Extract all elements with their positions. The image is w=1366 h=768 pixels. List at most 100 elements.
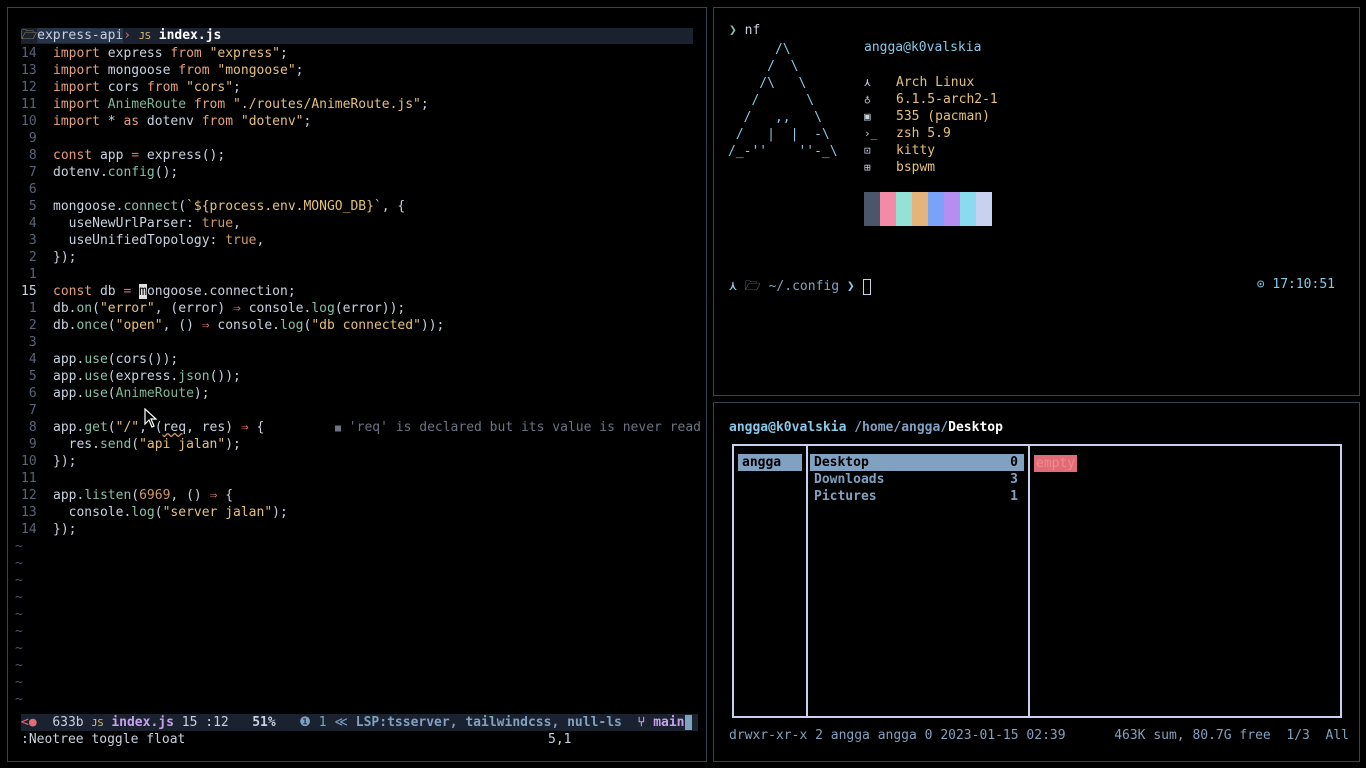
folder-icon: 🗁 xyxy=(21,28,38,43)
line-text: }); xyxy=(53,454,77,469)
git-branch: main xyxy=(653,715,685,730)
code-line[interactable]: 10 import * as dotenv from "dotenv"; xyxy=(21,113,701,130)
neofetch-terminal[interactable]: ❯ nf /\ / \ /\ \ / \ / ,, \ / | | -\ /_-… xyxy=(713,7,1360,396)
line-text: import express from "express"; xyxy=(53,46,288,61)
code-line[interactable]: 8 app.get("/", (req, res) ⇒ {■ 'req' is d… xyxy=(21,419,701,436)
file-manager-pane[interactable]: angga@k0valskia /home/angga/Desktop angg… xyxy=(713,402,1360,762)
git-branch-icon: ⑂ xyxy=(637,715,646,730)
line-number: 1 xyxy=(21,267,37,282)
project-name[interactable]: express-api xyxy=(37,28,124,43)
js-file-icon: JS xyxy=(91,718,104,729)
code-line[interactable]: 4 app.use(cors()); xyxy=(21,351,701,368)
code-line[interactable]: 5 app.use(express.json()); xyxy=(21,368,701,385)
directory-entry[interactable]: Desktop 0 xyxy=(810,454,1024,471)
shell-prompt[interactable]: ⋏ 🗁 ~/.config ❯ xyxy=(729,277,871,299)
line-text: import mongoose from "mongoose"; xyxy=(53,63,304,78)
file-manager-title: angga@k0valskia /home/angga/Desktop xyxy=(729,420,1003,435)
code-line[interactable]: 8 const app = express(); xyxy=(21,147,701,164)
empty-line-tilde: ~ xyxy=(15,624,23,639)
code-line[interactable]: 12 import cors from "cors"; xyxy=(21,79,701,96)
empty-line-tilde: ~ xyxy=(15,675,23,690)
line-number: 9 xyxy=(21,437,37,452)
empty-line-tilde: ~ xyxy=(15,539,23,554)
palette-swatch xyxy=(976,192,992,226)
arch-logo: /\ / \ /\ \ / \ / ,, \ / | | -\ /_-'' ''… xyxy=(728,42,838,159)
directory-entry[interactable]: Pictures 1 xyxy=(810,488,1024,505)
line-text: useNewUrlParser: true, xyxy=(53,216,241,231)
line-text: app.use(AnimeRoute); xyxy=(53,386,210,401)
entry-name: Pictures xyxy=(814,489,877,504)
code-area[interactable]: 14 import express from "express"; 13 import… xyxy=(15,45,701,708)
chevron-right-icon: › xyxy=(123,28,132,43)
prompt-path: ~/.config xyxy=(768,279,840,294)
line-number: 7 xyxy=(21,165,37,180)
palette-swatch xyxy=(896,192,912,226)
editor-statusline: <● 633b JS index.js 15 :12 51% ❶ 1 ≪ LSP… xyxy=(21,714,698,731)
open-file-name[interactable]: index.js xyxy=(159,28,222,43)
diagnostic-hint: ■ 'req' is declared but its value is nev… xyxy=(335,419,701,437)
line-number: 12 xyxy=(21,488,37,503)
code-line[interactable]: 14 import express from "express"; xyxy=(21,45,701,62)
user-host: angga@k0valskia xyxy=(864,40,982,55)
code-line[interactable]: 6 app.use(AnimeRoute); xyxy=(21,385,701,402)
line-number: 10 xyxy=(21,454,37,469)
code-line[interactable]: 11 xyxy=(21,470,701,487)
code-line[interactable]: 2 db.once("open", () ⇒ console.log("db co… xyxy=(21,317,701,334)
code-line[interactable]: 1 db.on("error", (error) ⇒ console.log(er… xyxy=(21,300,701,317)
command-line[interactable]: :Neotree toggle float 5,1 xyxy=(21,731,621,748)
code-line[interactable]: 12 app.listen(6969, () ⇒ { xyxy=(21,487,701,504)
system-info-row: ›_ zsh 5.9 xyxy=(864,125,998,142)
code-line[interactable]: 3 xyxy=(21,334,701,351)
js-file-icon: JS xyxy=(138,31,151,42)
mode-indicator-icon: <● xyxy=(21,715,37,730)
empty-line-tilde: ~ xyxy=(15,556,23,571)
status-filename: index.js xyxy=(111,715,174,730)
code-line[interactable]: 14}); xyxy=(21,521,701,538)
code-line[interactable]: 5 mongoose.connect(`${process.env.MONGO_D… xyxy=(21,198,701,215)
code-line[interactable]: 4 useNewUrlParser: true, xyxy=(21,215,701,232)
line-text: import cors from "cors"; xyxy=(53,80,241,95)
code-line[interactable]: 3 useUnifiedTopology: true, xyxy=(21,232,701,249)
parent-entry[interactable]: angga xyxy=(738,454,802,471)
command-text: :Neotree toggle float xyxy=(21,732,186,747)
statusline-end-block xyxy=(684,715,692,730)
fm-user-host: angga@k0valskia xyxy=(729,420,847,435)
line-number: 14 xyxy=(21,522,37,537)
code-line[interactable]: 15 const db = mongoose.connection; xyxy=(21,283,701,300)
line-number: 5 xyxy=(21,199,37,214)
palette-swatch xyxy=(880,192,896,226)
palette-swatch xyxy=(960,192,976,226)
code-line[interactable]: 10}); xyxy=(21,453,701,470)
directory-entry[interactable]: Downloads 3 xyxy=(810,471,1024,488)
line-number: 4 xyxy=(21,352,37,367)
cursor-position: 15 :12 xyxy=(181,715,229,730)
code-line[interactable]: 13 console.log("server jalan"); xyxy=(21,504,701,521)
editor-tabline: 🗁express-api› JS index.js xyxy=(21,28,693,44)
code-line[interactable]: 7 xyxy=(21,402,701,419)
code-line[interactable]: 9 res.send("api jalan"); xyxy=(21,436,701,453)
system-info-row: ⊡ kitty xyxy=(864,142,998,159)
code-line[interactable]: 2}); xyxy=(21,249,701,266)
code-line[interactable]: 9 xyxy=(21,130,701,147)
mouse-pointer-icon xyxy=(144,408,158,428)
line-text: import AnimeRoute from "./routes/AnimeRo… xyxy=(53,97,429,112)
line-number: 13 xyxy=(21,505,37,520)
palette-swatch xyxy=(944,192,960,226)
line-number: 1 xyxy=(21,301,37,316)
arch-icon: ⋏ xyxy=(729,279,737,294)
code-line[interactable]: 7 dotenv.config(); xyxy=(21,164,701,181)
prompt-arrow-icon: ❯ xyxy=(846,279,855,294)
code-line[interactable]: 1 xyxy=(21,266,701,283)
command-text: nf xyxy=(744,23,761,38)
editor-pane[interactable]: 🗁express-api› JS index.js 14 import expre… xyxy=(7,7,707,762)
line-text: db.once("open", () ⇒ console.log("db con… xyxy=(53,318,445,333)
code-line[interactable]: 11 import AnimeRoute from "./routes/Anime… xyxy=(21,96,701,113)
code-line[interactable]: 13 import mongoose from "mongoose"; xyxy=(21,62,701,79)
terminal-cursor xyxy=(862,278,871,295)
line-text: console.log("server jalan"); xyxy=(53,505,288,520)
code-line[interactable]: 6 xyxy=(21,181,701,198)
system-info-value: kitty xyxy=(896,143,936,158)
prompt-clock: ⊙ 17:10:51 xyxy=(1257,277,1335,292)
empty-preview: empty xyxy=(1034,455,1078,472)
lsp-icon: ≪ xyxy=(334,715,348,730)
